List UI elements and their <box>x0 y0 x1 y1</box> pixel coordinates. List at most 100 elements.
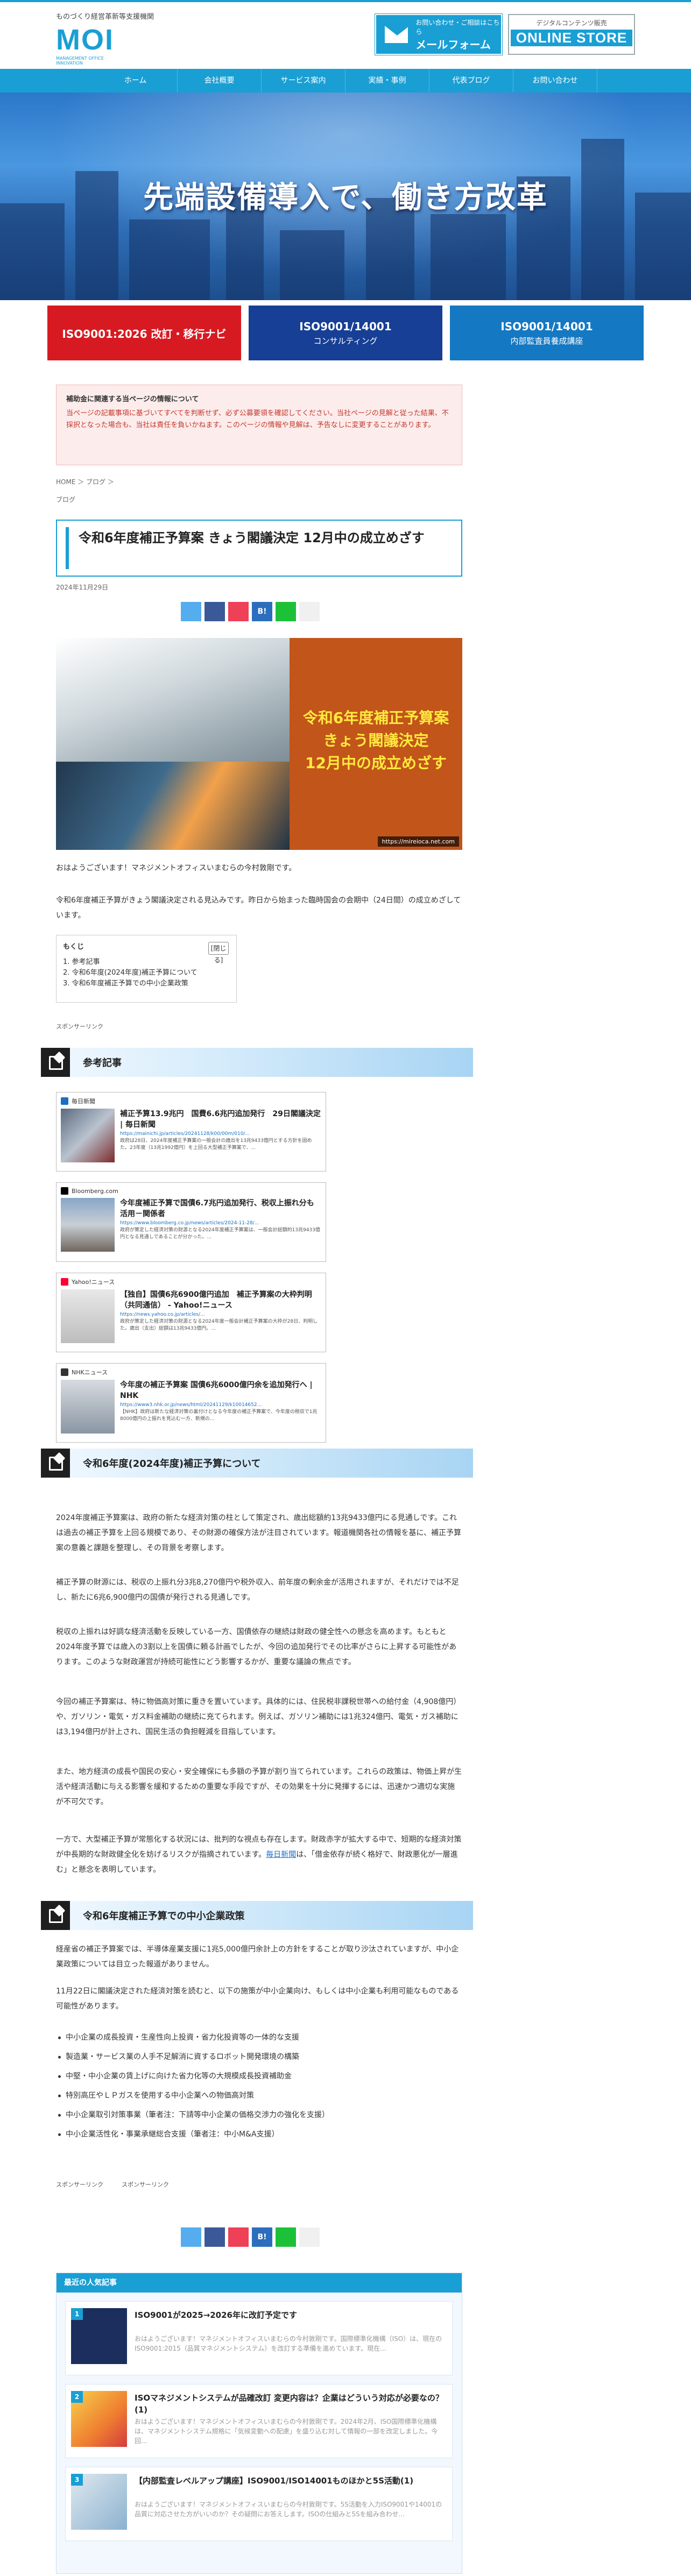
reference-thumbnail <box>61 1380 115 1434</box>
reference-description: 政府が策定した経済対策の財源となる2024年度一般会計補正予算案の大枠が28日、… <box>120 1319 318 1331</box>
budget-paragraph: 税収の上振れは好調な経済活動を反映している一方、国債依存の継続は財政の健全性への… <box>56 1628 457 1666</box>
mail-form-button[interactable]: お問い合わせ・ご相談はこちら メールフォーム <box>375 13 503 55</box>
reference-description: 【NHK】政府は新たな経済対策の裏付けとなる今年度の補正予算案で、今年度の税収で… <box>120 1409 318 1422</box>
line-share-button[interactable] <box>276 2227 296 2247</box>
rank-badge: 2 <box>71 2391 83 2403</box>
notice-body: 当ページの記載事項に基づいてすべてを判断せず、必ず公募要領を確認してください。当… <box>66 409 449 429</box>
section-heading-text: 令和6年度補正予算での中小企業政策 <box>83 1911 245 1922</box>
store-button-label: ONLINE STORE <box>510 30 633 46</box>
site-logo[interactable]: MOI MANAGEMENT OFFICE INNOVATION <box>56 25 131 66</box>
cta-sublabel: コンサルティング <box>313 336 378 346</box>
reference-card[interactable]: 毎日新聞 補正予算13.9兆円 国費6.6兆円追加発行 29日閣議決定 | 毎日… <box>56 1092 326 1172</box>
section-heading-budget: 令和6年度(2024年度)補正予算について <box>41 1449 473 1478</box>
section-heading-sme: 令和6年度補正予算での中小企業政策 <box>41 1901 473 1930</box>
toc-item[interactable]: 2. 令和6年度(2024年度)補正予算について <box>63 968 230 978</box>
copy-share-button[interactable] <box>299 2227 320 2247</box>
site-tagline: ものづくり経営革新等支援機関 <box>56 13 154 21</box>
pocket-share-button[interactable] <box>228 2227 249 2247</box>
popular-post-title[interactable]: ISOマネジメントシステムが品確改訂 変更内容は？企業はどういう対応が必要なの？… <box>135 2392 447 2416</box>
reference-url[interactable]: https://www.bloomberg.co.jp/news/article… <box>120 1220 321 1226</box>
reference-card[interactable]: Yahoo!ニュース 【独自】国債6兆6900億円追加 補正予算案の大枠判明（共… <box>56 1273 326 1352</box>
notice-title: 補助金に関連する当ページの情報について <box>66 395 199 403</box>
source-favicon-icon <box>61 1278 68 1286</box>
mainichi-link[interactable]: 毎日新聞 <box>266 1850 296 1859</box>
popular-post-title[interactable]: ISO9001が2025→2026年に改訂予定です <box>135 2309 447 2321</box>
twitter-share-button[interactable] <box>181 602 201 621</box>
reference-source: 毎日新聞 <box>61 1097 321 1105</box>
reference-title[interactable]: 今年度補正予算で国債6.7兆円追加発行、税収上振れ分も活用－関係者 <box>120 1198 321 1219</box>
reference-url[interactable]: https://mainichi.jp/articles/20241128/k0… <box>120 1131 321 1137</box>
hero-title: 先端設備導入で、働き方改革 <box>143 180 548 215</box>
global-nav: ホーム 会社概要 サービス案内 実績・事例 代表ブログ お問い合わせ <box>0 69 691 93</box>
reference-description: 政府が策定した経済対策の財源となる2024年度補正予算案は、一般会計総額約13兆… <box>120 1227 320 1240</box>
breadcrumb[interactable]: HOME ＞ ブログ ＞ <box>56 477 114 486</box>
reference-title[interactable]: 【独自】国債6兆6900億円追加 補正予算案の大枠判明（共同通信） - Yaho… <box>120 1289 321 1311</box>
nav-services[interactable]: サービス案内 <box>262 69 346 93</box>
reference-card[interactable]: NHKニュース 今年度の補正予算案 国債6兆6000億円余を追加発行へ | NH… <box>56 1363 326 1443</box>
reference-card[interactable]: Bloomberg.com 今年度補正予算で国債6.7兆円追加発行、税収上振れ分… <box>56 1182 326 1262</box>
hero-building <box>0 203 65 300</box>
site-header: ものづくり経営革新等支援機関 MOI MANAGEMENT OFFICE INN… <box>0 0 691 69</box>
eyecatch-photo-lower <box>56 762 290 850</box>
list-item: 製造業・サービス業の人手不足解消に資するロボット開発環境の構築 <box>56 2047 462 2067</box>
line-share-button[interactable] <box>276 602 296 621</box>
reference-source: NHKニュース <box>61 1368 321 1376</box>
table-of-contents: もくじ [閉じる] 1. 参考記事 2. 令和6年度(2024年度)補正予算につ… <box>56 935 237 1003</box>
reference-title[interactable]: 補正予算13.9兆円 国費6.6兆円追加発行 29日閣議決定 | 毎日新聞 <box>120 1109 321 1130</box>
popular-post-item[interactable]: 3 【内部監査レベルアップ講座】ISO9001/ISO14001ものほかと5S活… <box>65 2467 453 2541</box>
hero-building <box>431 214 506 300</box>
pocket-share-button[interactable] <box>228 602 249 621</box>
rank-badge: 1 <box>71 2308 83 2320</box>
share-buttons-top: B! <box>181 602 320 621</box>
popular-post-excerpt: おはようございます！マネジメントオフィスいまむらの今村敦剛です。2024年2月、… <box>135 2418 438 2445</box>
iso-revision-nav-button[interactable]: ISO9001:2026 改訂・移行ナビ <box>47 306 241 360</box>
popular-post-title[interactable]: 【内部監査レベルアップ講座】ISO9001/ISO14001ものほかと5S活動(… <box>135 2475 447 2487</box>
cta-label: ISO9001:2026 改訂・移行ナビ <box>62 327 227 340</box>
source-favicon-icon <box>61 1368 68 1376</box>
twitter-share-button[interactable] <box>181 2227 201 2247</box>
category-label[interactable]: ブログ <box>56 495 75 504</box>
edit-icon <box>41 1048 70 1077</box>
sponsor-label: スポンサーリンク <box>56 2181 103 2188</box>
copy-share-button[interactable] <box>299 602 320 621</box>
eyecatch-text-panel: 令和6年度補正予算案 きょう閣議決定 12月中の成立めざす <box>290 638 462 850</box>
popular-post-item[interactable]: 2 ISOマネジメントシステムが品確改訂 変更内容は？企業はどういう対応が必要な… <box>65 2384 453 2458</box>
source-favicon-icon <box>61 1097 68 1105</box>
envelope-icon <box>385 26 410 43</box>
nav-home[interactable]: ホーム <box>94 69 178 93</box>
hero-building <box>129 219 210 300</box>
budget-paragraph: 今回の補正予算案は、特に物価高対策に重きを置いています。具体的には、住民税非課税… <box>56 1698 461 1736</box>
cta-label: ISO9001/14001 <box>299 320 392 333</box>
facebook-share-button[interactable] <box>205 602 225 621</box>
toc-item[interactable]: 3. 令和6年度補正予算での中小企業政策 <box>63 978 230 989</box>
article-title-box: 令和6年度補正予算案 きょう閣議決定 12月中の成立めざす <box>56 520 462 577</box>
toc-toggle-button[interactable]: [閉じる] <box>208 942 229 964</box>
reference-url[interactable]: https://www3.nhk.or.jp/news/html/2024112… <box>120 1402 321 1408</box>
eyecatch-line: 令和6年度補正予算案 <box>302 709 449 727</box>
rank-badge: 3 <box>71 2474 83 2486</box>
nav-cases[interactable]: 実績・事例 <box>346 69 429 93</box>
reference-title[interactable]: 今年度の補正予算案 国債6兆6000億円余を追加発行へ | NHK <box>120 1380 321 1401</box>
eyecatch-image: 令和6年度補正予算案 きょう閣議決定 12月中の成立めざす https://mi… <box>56 638 462 850</box>
internal-auditor-course-button[interactable]: ISO9001/14001 内部監査員養成講座 <box>450 306 644 360</box>
nav-company[interactable]: 会社概要 <box>178 69 262 93</box>
reference-url[interactable]: https://news.yahoo.co.jp/articles/... <box>120 1312 321 1317</box>
hatena-share-button[interactable]: B! <box>252 602 272 621</box>
nav-contact[interactable]: お問い合わせ <box>513 69 597 93</box>
share-buttons-bottom: B! <box>181 2227 320 2247</box>
section-heading-text: 令和6年度(2024年度)補正予算について <box>83 1458 261 1470</box>
toc-item[interactable]: 1. 参考記事 <box>63 957 230 968</box>
source-favicon-icon <box>61 1187 68 1195</box>
online-store-button[interactable]: デジタルコンテンツ販売 ONLINE STORE <box>508 14 635 55</box>
sme-paragraph: 11月22日に閣議決定された経済対策を読むと、以下の施策が中小企業向け、もしくは… <box>56 1987 459 2011</box>
section-heading-references: 参考記事 <box>41 1048 473 1077</box>
eyecatch-line: きょう閣議決定 <box>323 732 429 749</box>
nav-blog[interactable]: 代表ブログ <box>429 69 513 93</box>
popular-post-excerpt: おはようございます！マネジメントオフィスいまむらの今村敦剛です。国際標準化機構（… <box>135 2335 442 2352</box>
section-heading-text: 参考記事 <box>83 1058 122 1069</box>
hatena-share-button[interactable]: B! <box>252 2227 272 2247</box>
popular-post-item[interactable]: 1 ISO9001が2025→2026年に改訂予定です おはようございます！マネ… <box>65 2301 453 2375</box>
store-button-caption: デジタルコンテンツ販売 <box>536 19 607 27</box>
iso-consulting-button[interactable]: ISO9001/14001 コンサルティング <box>249 306 442 360</box>
facebook-share-button[interactable] <box>205 2227 225 2247</box>
